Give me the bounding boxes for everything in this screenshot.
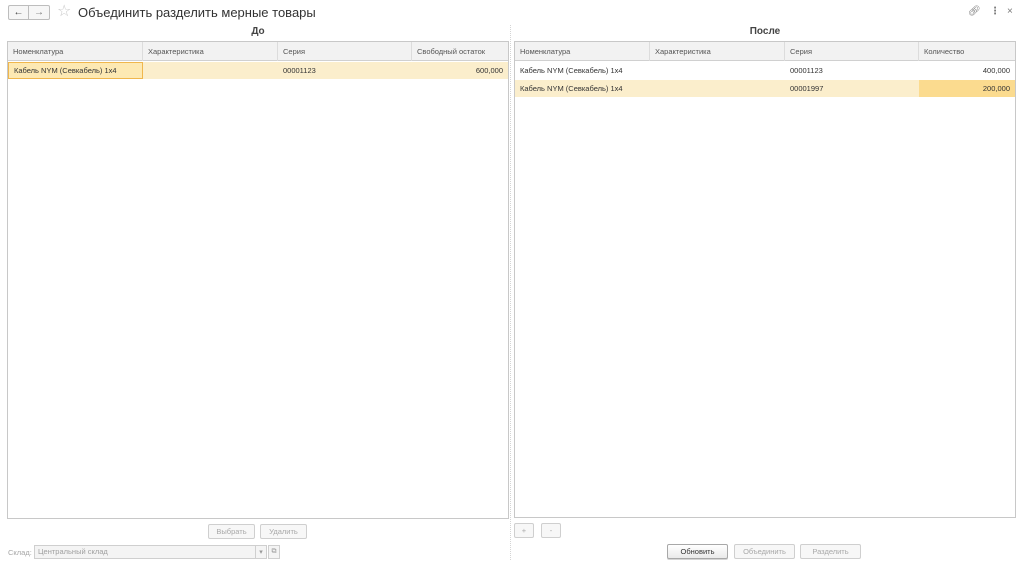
after-table-header: Номенклатура Характеристика Серия Количе… [515, 42, 1015, 61]
cell-series[interactable]: 00001123 [785, 62, 919, 79]
table-row[interactable]: Кабель NYM (Севкабель) 1x4 00001997 200,… [515, 80, 1015, 97]
after-table[interactable]: Номенклатура Характеристика Серия Количе… [514, 41, 1016, 518]
arrow-right-icon: → [34, 7, 44, 18]
window-title: Объединить разделить мерные товары [78, 5, 316, 20]
open-icon[interactable]: ⧉ [268, 545, 280, 559]
before-title: До [251, 26, 265, 37]
column-header[interactable]: Характеристика [650, 42, 785, 61]
cell-characteristic[interactable] [650, 80, 785, 97]
cell-item[interactable]: Кабель NYM (Севкабель) 1x4 [8, 62, 143, 79]
column-header[interactable]: Количество [919, 42, 1015, 61]
split-button[interactable]: Разделить [800, 544, 861, 559]
panel-divider [510, 25, 511, 560]
arrow-left-icon: ← [13, 7, 24, 18]
cell-item[interactable]: Кабель NYM (Севкабель) 1x4 [515, 80, 650, 97]
title-bar: ← → ☆ Объединить разделить мерные товары… [0, 0, 1024, 24]
column-header[interactable]: Серия [785, 42, 919, 61]
close-icon[interactable]: × [1007, 6, 1013, 18]
column-header[interactable]: Свободный остаток [412, 42, 508, 61]
column-header[interactable]: Серия [278, 42, 412, 61]
cell-quantity[interactable]: 400,000 [919, 62, 1015, 79]
cell-quantity[interactable]: 200,000 [919, 80, 1015, 97]
add-row-button[interactable]: + [514, 523, 534, 538]
back-button[interactable]: ← [8, 5, 29, 20]
cell-item[interactable]: Кабель NYM (Севкабель) 1x4 [515, 62, 650, 79]
more-icon[interactable]: ⋮ [990, 6, 1000, 18]
warehouse-field[interactable]: Центральный склад [34, 545, 256, 559]
cell-characteristic[interactable] [143, 62, 278, 79]
cell-series[interactable]: 00001997 [785, 80, 919, 97]
before-table-header: Номенклатура Характеристика Серия Свобод… [8, 42, 508, 61]
forward-button[interactable]: → [29, 5, 50, 20]
link-icon[interactable]: 🔗︎ [968, 6, 981, 18]
cell-free-balance[interactable]: 600,000 [412, 62, 508, 79]
column-header[interactable]: Номенклатура [515, 42, 650, 61]
refresh-button[interactable]: Обновить [667, 544, 728, 559]
cell-characteristic[interactable] [650, 62, 785, 79]
dropdown-icon[interactable]: ▾ [255, 545, 267, 559]
star-icon[interactable]: ☆ [57, 3, 71, 21]
table-row[interactable]: Кабель NYM (Севкабель) 1x4 00001123 400,… [515, 62, 1015, 79]
delete-button[interactable]: Удалить [260, 524, 307, 539]
warehouse-label: Склад: [8, 548, 32, 557]
merge-button[interactable]: Объединить [734, 544, 795, 559]
select-button[interactable]: Выбрать [208, 524, 255, 539]
after-title: После [749, 26, 781, 37]
cell-series[interactable]: 00001123 [278, 62, 412, 79]
before-table[interactable]: Номенклатура Характеристика Серия Свобод… [7, 41, 509, 519]
column-header[interactable]: Характеристика [143, 42, 278, 61]
column-header[interactable]: Номенклатура [8, 42, 143, 61]
table-row[interactable]: Кабель NYM (Севкабель) 1x4 00001123 600,… [8, 62, 508, 79]
remove-row-button[interactable]: - [541, 523, 561, 538]
